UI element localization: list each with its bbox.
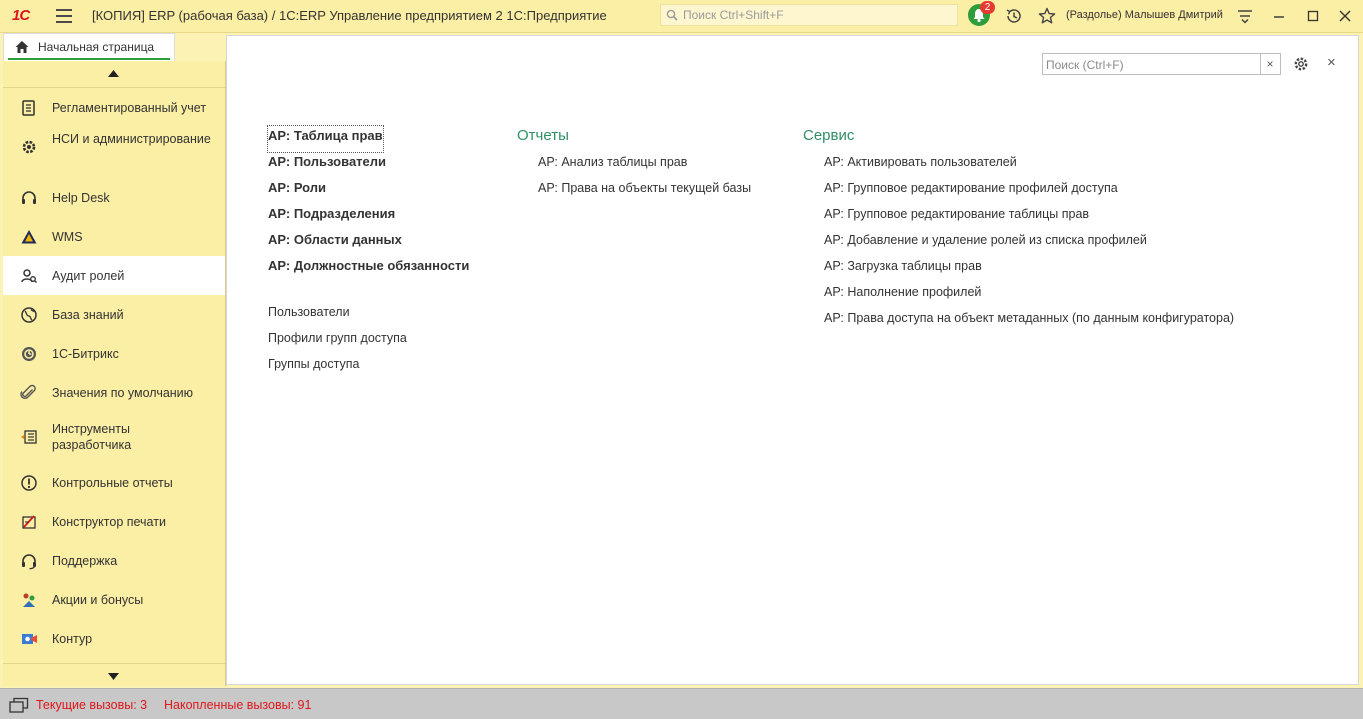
global-search-placeholder: Поиск Ctrl+Shift+F — [683, 8, 784, 22]
current-calls-counter: Текущие вызовы: 3 — [36, 698, 148, 712]
sidebar-item-support[interactable]: Поддержка — [3, 541, 225, 580]
panel-search-clear-button[interactable]: × — [1260, 53, 1281, 75]
sidebar-item-label: НСИ и администрирование — [52, 132, 211, 146]
globe-icon — [21, 307, 37, 323]
service-metadata-access-rights[interactable]: АР: Права доступа на объект метаданных (… — [824, 308, 1234, 334]
scroll-down-icon — [108, 673, 119, 680]
sidebar-item-label: Help Desk — [52, 191, 110, 205]
reports-column: Отчеты АР: Анализ таблицы прав АР: Права… — [517, 126, 751, 204]
service-add-remove-roles[interactable]: АР: Добавление и удаление ролей из списк… — [824, 230, 1234, 256]
sidebar-item-control-reports[interactable]: Контрольные отчеты — [3, 463, 225, 502]
bitrix-icon — [22, 347, 36, 361]
sidebar-item-label: Значения по умолчанию — [52, 386, 194, 400]
notifications-count-badge: 2 — [980, 1, 995, 14]
sidebar-item-label: База знаний — [52, 308, 124, 322]
title-bar: 1С [КОПИЯ] ERP (рабочая база) / 1С:ERP У… — [0, 0, 1363, 33]
sidebar-item-wms[interactable]: WMS — [3, 217, 225, 256]
history-icon[interactable] — [1004, 6, 1024, 26]
favorites-star-icon[interactable] — [1037, 6, 1057, 26]
service-bulk-edit-rights-table[interactable]: АР: Групповое редактирование таблицы пра… — [824, 204, 1234, 230]
kontur-icon — [22, 634, 37, 644]
sidebar-item-nsi-admin[interactable]: НСИ и администрирование — [3, 127, 225, 166]
link-roles[interactable]: АР: Роли — [268, 178, 469, 204]
link-access-groups[interactable]: Группы доступа — [268, 354, 469, 380]
sidebar-item-label: WMS — [52, 230, 83, 244]
reports-heading: Отчеты — [517, 127, 569, 144]
sidebar-item-default-values[interactable]: Значения по умолчанию — [3, 373, 225, 412]
sidebar-item-label: Контрольные отчеты — [52, 476, 173, 490]
sidebar-item-role-audit[interactable]: Аудит ролей — [3, 256, 225, 295]
panel-settings-gear-icon[interactable] — [1292, 55, 1310, 73]
dev-tools-icon — [21, 430, 37, 444]
main-menu-icon[interactable] — [56, 9, 72, 23]
tab-home[interactable]: Начальная страница — [3, 33, 175, 61]
sidebar-item-label: Контур — [52, 632, 93, 646]
window-title: [КОПИЯ] ERP (рабочая база) / 1С:ERP Упра… — [92, 8, 607, 23]
global-search-input[interactable]: Поиск Ctrl+Shift+F — [660, 4, 958, 26]
link-job-duties[interactable]: АР: Должностные обязанности — [268, 256, 469, 282]
sidebar-item-print-designer[interactable]: Конструктор печати — [3, 502, 225, 541]
service-bulk-edit-profiles[interactable]: АР: Групповое редактирование профилей до… — [824, 178, 1234, 204]
report-rights-table-analysis[interactable]: АР: Анализ таблицы прав — [538, 152, 751, 178]
headset-icon — [22, 191, 36, 204]
paperclip-icon — [20, 384, 36, 400]
support-headset-icon — [22, 554, 36, 570]
sidebar-item-promotions[interactable]: Акции и бонусы — [3, 580, 225, 619]
panel-close-button[interactable]: × — [1327, 54, 1336, 71]
accumulated-calls-counter: Накопленные вызовы: 91 — [164, 698, 312, 712]
sidebar-item-label: Акции и бонусы — [52, 593, 144, 607]
link-access-group-profiles[interactable]: Профили групп доступа — [268, 328, 469, 354]
sidebar-item-bitrix[interactable]: 1С-Битрикс — [3, 334, 225, 373]
link-data-areas[interactable]: АР: Области данных — [268, 230, 469, 256]
home-icon — [15, 41, 29, 53]
minimize-icon[interactable] — [1269, 6, 1289, 26]
sidebar-item-kontur[interactable]: Контур — [3, 619, 225, 658]
exclamation-icon — [21, 475, 37, 491]
app-logo[interactable]: 1С — [12, 7, 30, 24]
sidebar-item-help-desk[interactable]: Help Desk — [3, 178, 225, 217]
warning-triangle-icon — [21, 230, 37, 244]
report-object-rights[interactable]: АР: Права на объекты текущей базы — [538, 178, 751, 204]
tab-home-label: Начальная страница — [38, 40, 155, 54]
sidebar-item-label: Конструктор печати — [52, 515, 166, 529]
active-tab-indicator — [8, 58, 170, 60]
sidebar-item-label: Аудит ролей — [52, 269, 125, 283]
sidebar-scroll-up[interactable] — [3, 61, 225, 88]
main-links-column: АР: Таблица прав АР: Пользователи АР: Ро… — [267, 125, 469, 380]
link-users[interactable]: АР: Пользователи — [268, 152, 469, 178]
link-plain-users[interactable]: Пользователи — [268, 302, 469, 328]
link-departments[interactable]: АР: Подразделения — [268, 204, 469, 230]
sidebar-item-dev-tools[interactable]: Инструменты разработчика — [3, 412, 225, 462]
service-heading: Сервис — [803, 127, 855, 144]
sidebar-scroll-down[interactable] — [3, 663, 225, 690]
windows-icon[interactable] — [9, 697, 29, 713]
sidebar-item-label: Регламентированный учет — [52, 101, 207, 115]
sidebar-item-label: Поддержка — [52, 554, 118, 568]
status-bar: Текущие вызовы: 3 Накопленные вызовы: 91 — [0, 688, 1363, 719]
service-fill-profiles[interactable]: АР: Наполнение профилей — [824, 282, 1234, 308]
print-designer-icon — [22, 515, 36, 529]
service-activate-users[interactable]: АР: Активировать пользователей — [824, 152, 1234, 178]
ledger-icon — [22, 100, 35, 116]
maximize-icon[interactable] — [1303, 6, 1323, 26]
gear-icon — [22, 140, 36, 154]
sidebar-item-regulated-accounting[interactable]: Регламентированный учет — [3, 88, 225, 127]
search-icon — [666, 9, 678, 21]
settings-menu-icon[interactable] — [1235, 6, 1255, 26]
service-column: Сервис АР: Активировать пользователей АР… — [803, 126, 1234, 334]
users-audit-icon — [21, 269, 37, 283]
panel-search-input[interactable]: Поиск (Ctrl+F) — [1042, 53, 1261, 75]
scroll-up-icon — [108, 70, 119, 77]
sidebar-item-label: 1С-Битрикс — [52, 347, 119, 361]
sidebar-item-knowledge-base[interactable]: База знаний — [3, 295, 225, 334]
close-window-icon[interactable] — [1335, 6, 1355, 26]
sidebar-item-label: Инструменты разработчика — [52, 422, 132, 452]
promo-icon — [23, 593, 35, 607]
service-load-rights-table[interactable]: АР: Загрузка таблицы прав — [824, 256, 1234, 282]
role-audit-panel: Поиск (Ctrl+F) × × АР: Таблица прав АР: … — [226, 35, 1359, 685]
sections-sidebar: Регламентированный учет НСИ и администри… — [3, 61, 226, 686]
link-rights-table[interactable]: АР: Таблица прав — [267, 125, 384, 153]
current-user[interactable]: (Раздолье) Малышев Дмитрий — [1066, 9, 1223, 21]
